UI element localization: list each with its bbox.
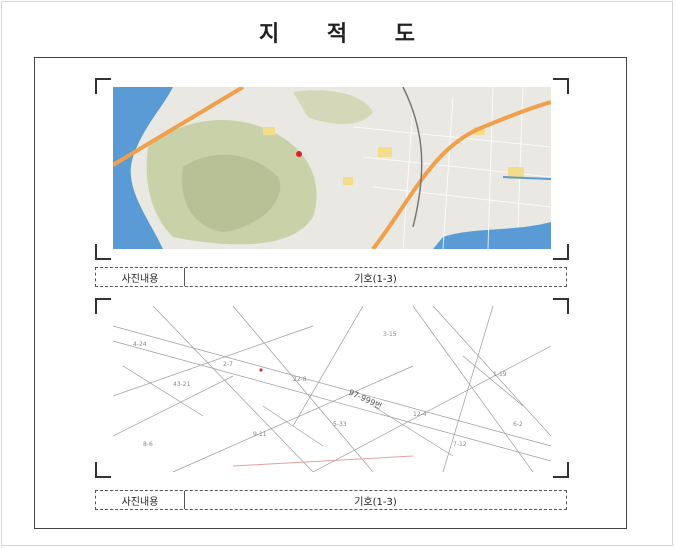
crop-mark <box>553 244 569 260</box>
cadastral-map-graphic: 4-24 43-21 2-7 22-8 3-15 12-4 1-19 6-2 9… <box>113 306 551 472</box>
caption-label: 사진내용 <box>96 491 185 509</box>
svg-text:12-4: 12-4 <box>413 411 427 418</box>
caption-label: 사진내용 <box>96 268 185 286</box>
svg-text:9-11: 9-11 <box>253 431 267 438</box>
caption-value: 기호(1-3) <box>354 273 397 285</box>
svg-text:22-8: 22-8 <box>293 376 307 383</box>
caption-value: 기호(1-3) <box>354 496 397 508</box>
svg-text:43-21: 43-21 <box>173 381 191 388</box>
page-title: 지 적 도 <box>258 22 436 47</box>
crop-mark <box>95 244 111 260</box>
crop-mark <box>95 78 111 94</box>
aerial-map-graphic <box>113 87 551 249</box>
crop-mark <box>553 78 569 94</box>
svg-text:8-6: 8-6 <box>143 441 153 448</box>
photo-caption: 사진내용 기호(1-3) <box>95 267 567 287</box>
svg-text:4-24: 4-24 <box>133 341 147 348</box>
cadastral-map-image: 4-24 43-21 2-7 22-8 3-15 12-4 1-19 6-2 9… <box>113 306 551 472</box>
svg-text:3-15: 3-15 <box>383 331 397 338</box>
svg-text:6-2: 6-2 <box>513 421 523 428</box>
svg-text:5-33: 5-33 <box>333 421 347 428</box>
photo-caption: 사진내용 기호(1-3) <box>95 490 567 510</box>
crop-mark <box>553 462 569 478</box>
svg-text:7-12: 7-12 <box>453 441 467 448</box>
aerial-map-image <box>113 87 551 249</box>
svg-text:2-7: 2-7 <box>223 361 233 368</box>
crop-mark <box>95 298 111 314</box>
crop-mark <box>95 462 111 478</box>
svg-text:1-19: 1-19 <box>493 371 507 378</box>
crop-mark <box>553 298 569 314</box>
